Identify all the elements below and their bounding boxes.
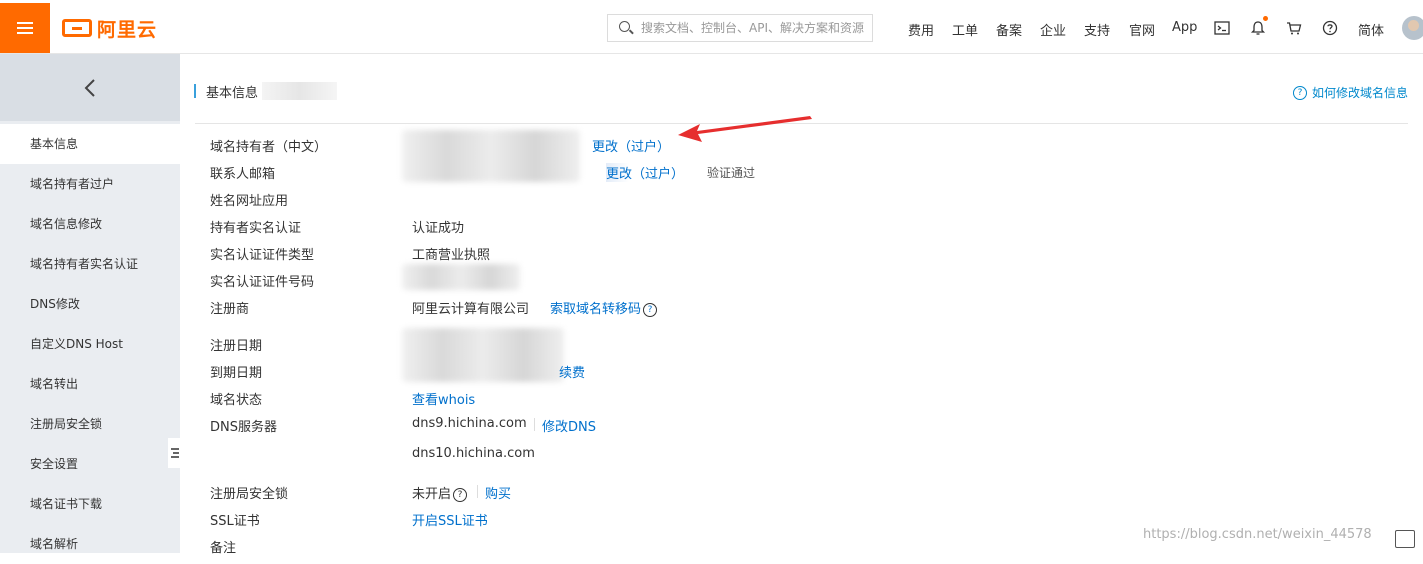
logo-text: 阿里云: [97, 18, 158, 41]
redacted-owner: [402, 130, 580, 182]
sidebar-item-dns-resolve[interactable]: 域名解析: [0, 524, 180, 564]
registrar-value: 阿里云计算有限公司: [412, 302, 530, 317]
lock-value-text: 未开启: [412, 487, 452, 502]
sidebar-item-cert-download[interactable]: 域名证书下载: [0, 484, 180, 524]
note-label: 备注: [210, 541, 237, 556]
sidebar-item-transfer-out[interactable]: 域名转出: [0, 364, 180, 404]
redacted-dates: [402, 328, 564, 382]
help-link-text: 如何修改域名信息: [1311, 86, 1408, 100]
modify-dns-link[interactable]: 修改DNS: [542, 416, 596, 435]
sidebar-item-dns-host[interactable]: 自定义DNS Host: [0, 324, 180, 364]
help-icon[interactable]: [1322, 20, 1338, 36]
page-title: 基本信息: [206, 85, 259, 101]
cert-type-value: 工商营业执照: [412, 248, 491, 263]
redacted-cert-no: [402, 264, 520, 290]
sidebar-back[interactable]: [0, 54, 180, 121]
menu-button[interactable]: [0, 3, 50, 53]
renew-link[interactable]: 续费: [559, 362, 585, 381]
email-status: 验证通过: [707, 166, 756, 180]
sidebar-item-security[interactable]: 安全设置: [0, 444, 180, 484]
cart-icon[interactable]: [1286, 20, 1302, 36]
nav-official-site[interactable]: 官网: [1129, 20, 1155, 39]
aliyun-logo-mark: [62, 19, 92, 37]
nav-tickets[interactable]: 工单: [952, 20, 978, 39]
reg-date-label: 注册日期: [210, 339, 263, 354]
dns-server-1: dns9.hichina.com: [412, 416, 527, 431]
chat-icon[interactable]: [1395, 530, 1415, 548]
search-input[interactable]: [641, 21, 866, 35]
lock-divider: [477, 485, 478, 498]
registrar-label: 注册商: [210, 302, 250, 317]
help-link[interactable]: ? 如何修改域名信息: [1292, 84, 1408, 101]
owner-label: 域名持有者（中文）: [210, 140, 328, 155]
enable-ssl-link[interactable]: 开启SSL证书: [412, 510, 488, 529]
realname-value: 认证成功: [412, 221, 465, 236]
lock-label: 注册局安全锁: [210, 487, 289, 502]
bell-icon[interactable]: [1250, 20, 1266, 36]
transfer-code-text: 索取域名转移码: [550, 302, 642, 317]
chevron-left-icon: [84, 78, 95, 97]
notification-dot: [1263, 16, 1268, 21]
name-url-label: 姓名网址应用: [210, 194, 289, 209]
owner-change-link[interactable]: 更改（过户）: [592, 136, 670, 155]
user-avatar[interactable]: [1402, 16, 1423, 40]
sidebar-item-registry-lock[interactable]: 注册局安全锁: [0, 404, 180, 444]
realname-label: 持有者实名认证: [210, 221, 302, 236]
watermark: https://blog.csdn.net/weixin_44578: [1143, 527, 1372, 542]
whois-link[interactable]: 查看whois: [412, 389, 475, 408]
nav-enterprise[interactable]: 企业: [1040, 20, 1066, 39]
terminal-icon[interactable]: [1214, 20, 1230, 36]
exp-date-label: 到期日期: [210, 366, 263, 381]
transfer-code-link[interactable]: 索取域名转移码?: [550, 298, 658, 317]
nav-support[interactable]: 支持: [1084, 20, 1110, 39]
question-icon: ?: [643, 302, 658, 317]
cert-no-label: 实名认证证件号码: [210, 275, 315, 290]
top-bar: 阿里云 费用 工单 备案 企业 支持 官网 App 简体: [0, 0, 1423, 54]
sidebar-item-owner-transfer[interactable]: 域名持有者过户: [0, 164, 180, 204]
nav-app[interactable]: App: [1172, 20, 1197, 35]
sidebar-item-basic-info[interactable]: 基本信息: [0, 124, 180, 164]
nav-filing[interactable]: 备案: [996, 20, 1022, 39]
buy-lock-link[interactable]: 购买: [485, 483, 511, 502]
nav-fees[interactable]: 费用: [908, 20, 934, 39]
collapse-icon: [171, 448, 179, 458]
search-icon: [619, 21, 633, 35]
dns-server-2: dns10.hichina.com: [412, 446, 535, 461]
email-label: 联系人邮箱: [210, 167, 276, 182]
annotation-arrow-icon: [678, 116, 812, 142]
redacted-domain: [262, 82, 338, 100]
section-header: 基本信息: [194, 76, 338, 106]
dns-divider: [534, 418, 535, 431]
sidebar-collapse-handle[interactable]: [168, 438, 182, 468]
cert-type-label: 实名认证证件类型: [210, 248, 315, 263]
status-label: 域名状态: [210, 393, 263, 408]
dns-label: DNS服务器: [210, 420, 277, 435]
ssl-label: SSL证书: [210, 514, 260, 529]
lock-value: 未开启?: [412, 483, 468, 502]
section-accent-bar: [194, 84, 196, 98]
sidebar: 基本信息 域名持有者过户 域名信息修改 域名持有者实名认证 DNS修改 自定义D…: [0, 54, 182, 553]
language-switch[interactable]: 简体: [1358, 20, 1384, 39]
question-icon: ?: [1292, 85, 1307, 100]
sidebar-item-realname[interactable]: 域名持有者实名认证: [0, 244, 180, 284]
hamburger-icon: [17, 22, 33, 34]
sidebar-item-dns-modify[interactable]: DNS修改: [0, 284, 180, 324]
question-icon[interactable]: ?: [453, 487, 468, 502]
search-box[interactable]: [607, 14, 873, 42]
email-change-link[interactable]: 更改（过户）: [606, 163, 685, 182]
sidebar-item-info-modify[interactable]: 域名信息修改: [0, 204, 180, 244]
aliyun-logo[interactable]: 阿里云: [62, 17, 158, 41]
